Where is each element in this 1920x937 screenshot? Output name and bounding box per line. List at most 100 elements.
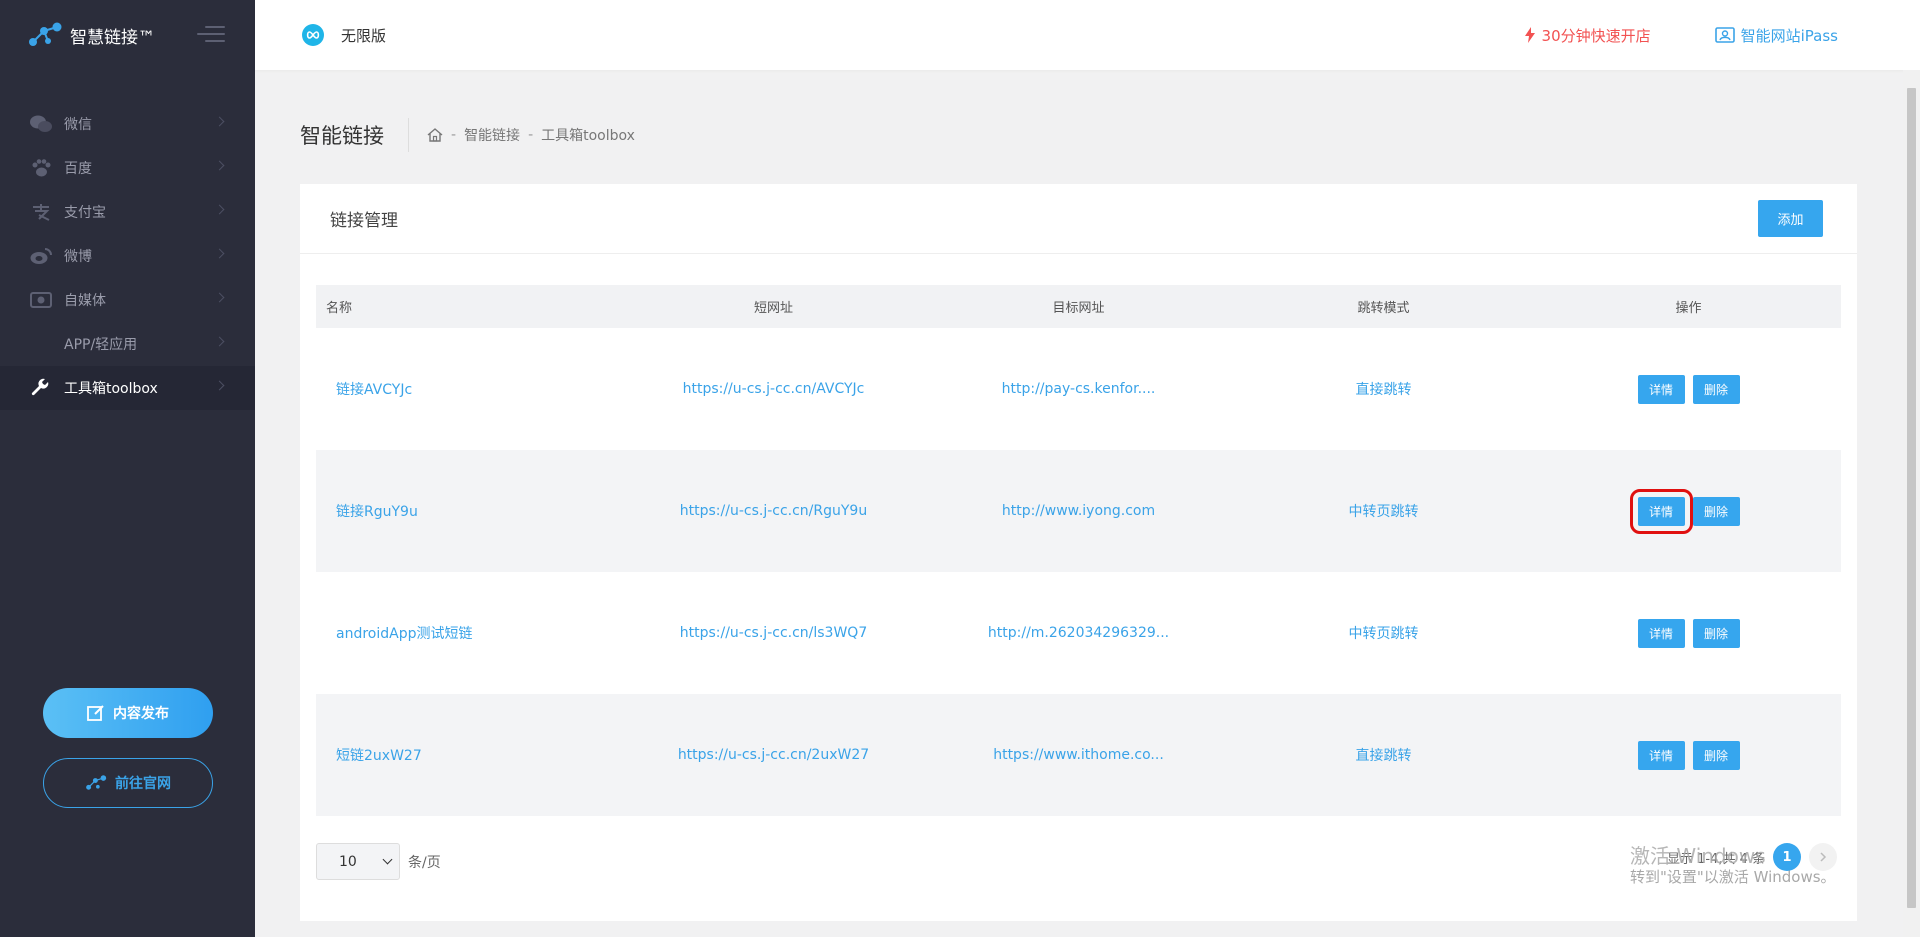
publish-content-label: 内容发布 [113,706,169,722]
topbar: 无限版 30分钟快速开店 智能网站iPass [255,0,1920,70]
menu-toggle-icon[interactable] [197,26,225,44]
link-name[interactable]: 链接AVCYJc [336,382,412,398]
ipass-label: 智能网站iPass [1740,26,1838,45]
divider [408,118,409,152]
table-header: 名称 短网址 目标网址 跳转模式 操作 [316,285,1841,328]
quick-open-link[interactable]: 30分钟快速开店 [1524,25,1651,46]
chevron-right-icon [214,248,225,259]
table-row: 链接AVCYJc https://u-cs.j-cc.cn/AVCYJc htt… [316,328,1841,450]
publish-content-button[interactable]: 内容发布 [43,688,213,738]
edition-label: 无限版 [341,26,387,45]
page-scrollbar[interactable] [1903,70,1920,937]
link-name[interactable]: 短链2uxW27 [336,748,422,764]
breadcrumb-item[interactable]: 工具箱toolbox [541,125,635,145]
link-name[interactable]: androidApp测试短链 [336,626,472,642]
windows-activation-hint: 转到"设置"以激活 Windows。 [1630,868,1836,886]
sidebar-item-app[interactable]: APP/轻应用 [0,322,255,366]
redirect-mode: 中转页跳转 [1348,626,1419,642]
media-icon [30,291,52,309]
chevron-right-icon [214,160,225,171]
sidebar-item-weibo[interactable]: 微博 [0,234,255,278]
table-row: 短链2uxW27 https://u-cs.j-cc.cn/2uxW27 htt… [316,694,1841,816]
sidebar-item-label: 工具箱toolbox [64,381,158,397]
page-title: 智能链接 [300,124,384,148]
sidebar: 智慧链接™ 微信 百度 支付宝 微博 自媒体 APP/轻应用 工具箱toolbo… [0,0,255,937]
quick-open-label: 30分钟快速开店 [1541,26,1651,45]
delete-button[interactable]: 删除 [1692,618,1740,648]
per-page-label: 条/页 [408,854,441,871]
brand[interactable]: 智慧链接™ [0,0,255,70]
short-url[interactable]: https://u-cs.j-cc.cn/2uxW27 [678,747,869,763]
baidu-paw-icon [30,159,52,177]
sidebar-item-label: 微博 [64,249,92,265]
chevron-right-icon [214,116,225,127]
chevron-right-icon [214,292,225,303]
redirect-mode: 直接跳转 [1355,382,1412,398]
sidebar-item-alipay[interactable]: 支付宝 [0,190,255,234]
card-header: 链接管理 添加 [300,184,1857,254]
page-size-value: 10 [339,853,357,870]
breadcrumb-separator: - [451,127,457,143]
delete-button[interactable]: 删除 [1692,496,1740,526]
portrait-icon [1714,27,1735,43]
chevron-right-icon [214,336,225,347]
breadcrumb-item[interactable]: 智能链接 [464,125,520,145]
short-url[interactable]: https://u-cs.j-cc.cn/RguY9u [680,503,867,519]
sidebar-item-baidu[interactable]: 百度 [0,146,255,190]
target-url[interactable]: http://www.iyong.com [1002,503,1155,519]
sidebar-item-label: APP/轻应用 [64,337,138,353]
sidebar-item-wechat[interactable]: 微信 [0,102,255,146]
wrench-icon [30,378,52,397]
column-header: 名称 [326,301,353,316]
detail-button[interactable]: 详情 [1637,618,1685,648]
target-url[interactable]: https://www.ithome.co... [993,747,1164,763]
short-url[interactable]: https://u-cs.j-cc.cn/ls3WQ7 [680,625,867,641]
target-url[interactable]: http://m.262034296329... [988,625,1169,641]
table-row: androidApp测试短链 https://u-cs.j-cc.cn/ls3W… [316,572,1841,694]
weibo-icon [30,247,52,265]
column-header: 目标网址 [1052,301,1105,316]
add-button[interactable]: 添加 [1758,200,1823,237]
sidebar-item-toolbox[interactable]: 工具箱toolbox [0,366,255,410]
column-header: 操作 [1675,301,1702,316]
sidebar-nav: 微信 百度 支付宝 微博 自媒体 APP/轻应用 工具箱toolbox [0,102,255,410]
official-site-button[interactable]: 前往官网 [43,758,213,808]
scrollbar-thumb[interactable] [1907,88,1916,908]
delete-button[interactable]: 删除 [1692,740,1740,770]
ipass-link[interactable]: 智能网站iPass [1714,25,1838,46]
column-header: 跳转模式 [1357,301,1410,316]
sidebar-item-label: 自媒体 [64,293,106,309]
chevron-right-icon [214,380,225,391]
top-actions: 30分钟快速开店 智能网站iPass [1524,0,1920,70]
sidebar-item-media[interactable]: 自媒体 [0,278,255,322]
target-url[interactable]: http://pay-cs.kenfor.... [1002,381,1156,397]
brand-name: 智慧链接™ [70,27,155,48]
edit-icon [87,705,104,721]
page-size-control: 10 条/页 [316,843,441,880]
detail-button[interactable]: 详情 [1637,740,1685,770]
sidebar-item-label: 微信 [64,117,92,133]
chevron-right-icon [214,204,225,215]
table-row: 链接RguY9u https://u-cs.j-cc.cn/RguY9u htt… [316,450,1841,572]
detail-button[interactable]: 详情 [1629,488,1693,534]
link-name[interactable]: 链接RguY9u [336,504,418,520]
redirect-mode: 直接跳转 [1355,748,1412,764]
alipay-icon [30,203,52,221]
sidebar-item-label: 百度 [64,161,92,177]
official-site-label: 前往官网 [115,776,171,792]
links-table: 名称 短网址 目标网址 跳转模式 操作 链接AVCYJc https://u-c… [316,285,1841,816]
chevron-down-icon [382,854,393,865]
card-title: 链接管理 [330,211,398,231]
app-icon [30,335,52,353]
page-header: 智能链接 - 智能链接 - 工具箱toolbox [300,118,635,152]
detail-button[interactable]: 详情 [1637,374,1685,404]
lightning-icon [1524,27,1535,43]
page-size-select[interactable]: 10 [316,843,400,880]
delete-button[interactable]: 删除 [1692,374,1740,404]
breadcrumb: - 智能链接 - 工具箱toolbox [427,125,635,145]
redirect-mode: 中转页跳转 [1348,504,1419,520]
home-icon[interactable] [427,128,443,142]
short-url[interactable]: https://u-cs.j-cc.cn/AVCYJc [683,381,865,397]
breadcrumb-separator: - [528,127,534,143]
link-management-card: 链接管理 添加 名称 短网址 目标网址 跳转模式 操作 链接AVCYJc htt… [300,184,1857,921]
